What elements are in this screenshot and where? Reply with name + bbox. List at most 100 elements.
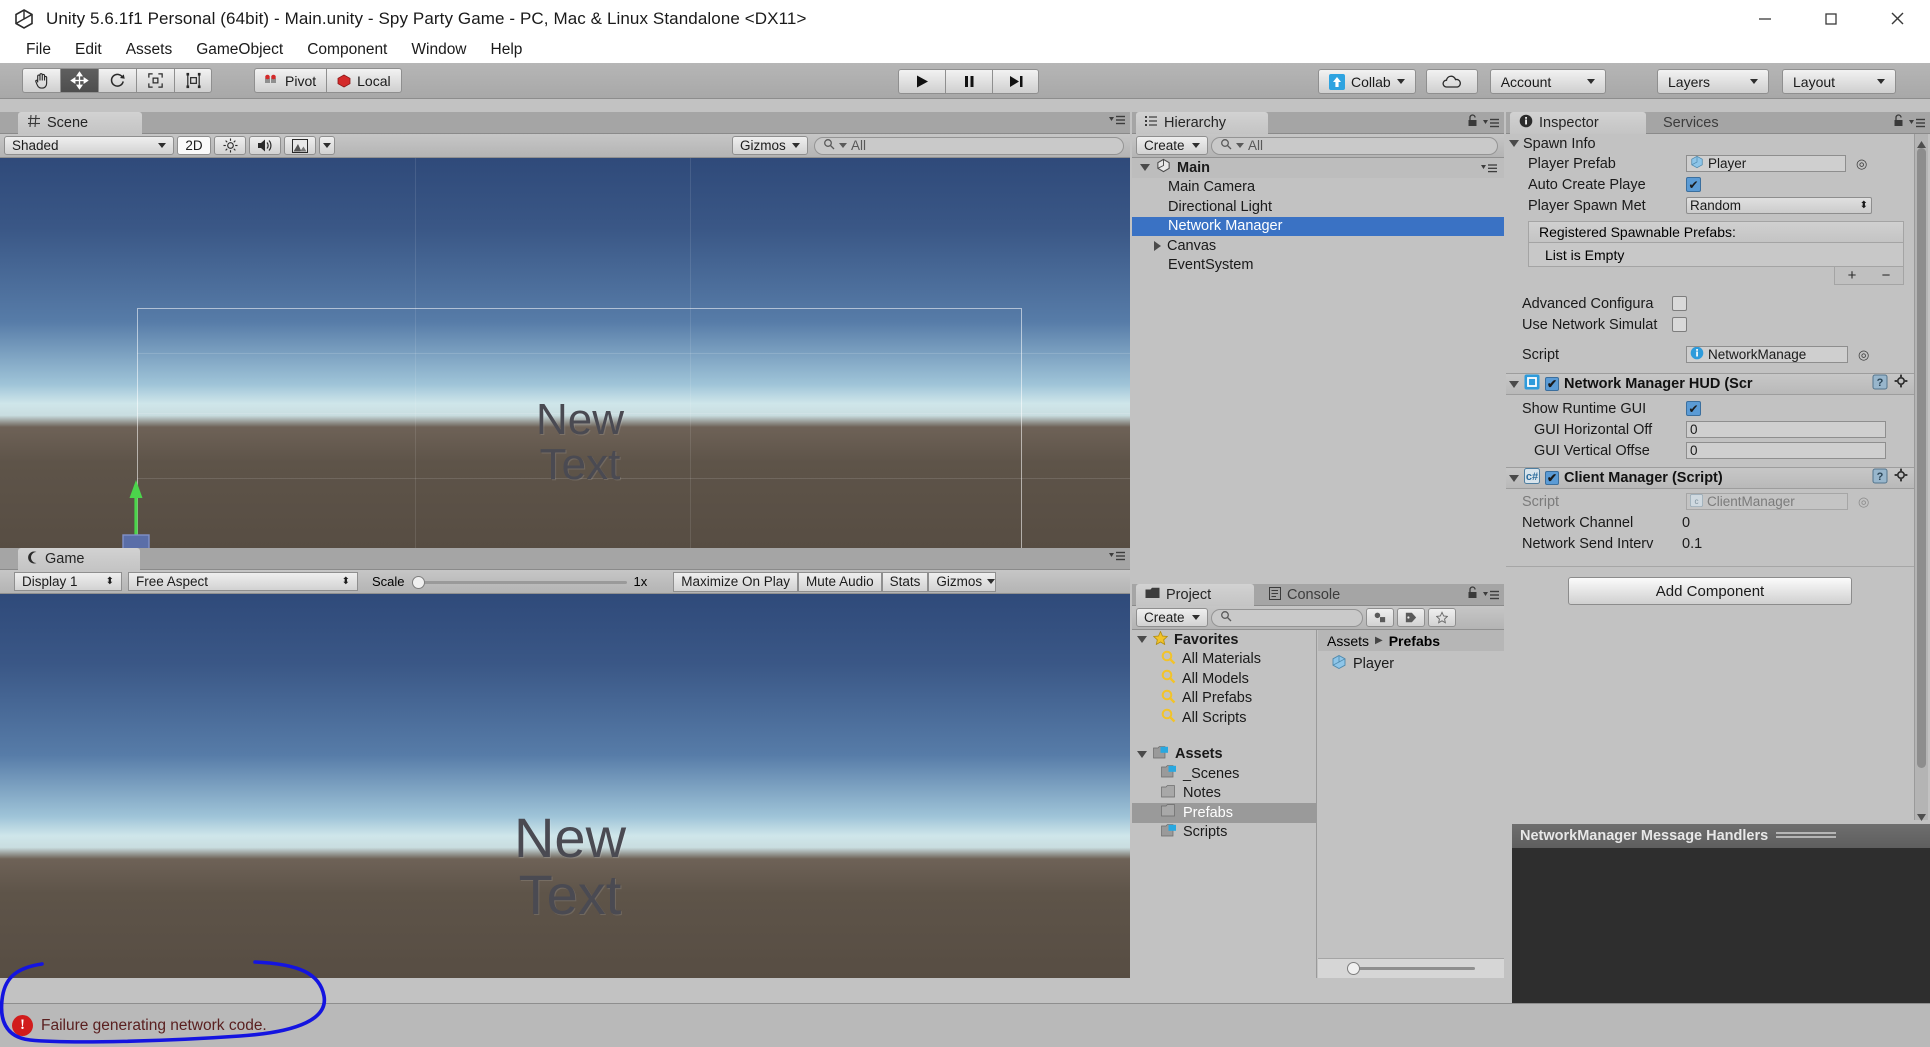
game-tab-tools[interactable]: [1109, 550, 1126, 562]
project-search-input[interactable]: [1211, 608, 1363, 627]
component-header-network-manager-hud[interactable]: Network Manager HUD (Scr ?: [1506, 373, 1914, 395]
script-field[interactable]: NetworkManage: [1686, 346, 1848, 363]
lock-icon[interactable]: [1467, 114, 1478, 131]
move-tool-button[interactable]: [60, 68, 98, 93]
gear-icon[interactable]: [1894, 468, 1909, 488]
inspector-scrollbar[interactable]: [1914, 134, 1928, 821]
project-folder-scripts[interactable]: Scripts: [1132, 823, 1316, 843]
aspect-dropdown[interactable]: Free Aspect ⬍: [128, 572, 358, 591]
collab-button[interactable]: Collab: [1318, 69, 1416, 94]
hierarchy-create-button[interactable]: Create: [1136, 136, 1208, 155]
mute-audio-button[interactable]: Mute Audio: [798, 571, 882, 592]
tab-scene[interactable]: Scene: [18, 112, 142, 134]
breadcrumb-assets[interactable]: Assets: [1327, 633, 1369, 649]
lighting-toggle-button[interactable]: [214, 136, 246, 155]
menu-file[interactable]: File: [14, 37, 63, 63]
object-picker-icon[interactable]: ◎: [1856, 156, 1867, 172]
hierarchy-item-main-camera[interactable]: Main Camera: [1132, 178, 1504, 198]
statusbar[interactable]: ! Failure generating network code.: [0, 1003, 1930, 1047]
scene-tab-tools[interactable]: [1109, 114, 1126, 126]
inspector-tab-tools[interactable]: [1893, 114, 1926, 131]
effects-toggle-button[interactable]: [284, 136, 316, 155]
lock-icon[interactable]: [1467, 586, 1478, 603]
triangle-closed-icon[interactable]: [1154, 240, 1161, 251]
breadcrumb-prefabs[interactable]: Prefabs: [1389, 633, 1440, 649]
pause-button[interactable]: [945, 69, 992, 94]
message-handlers-header[interactable]: NetworkManager Message Handlers: [1512, 824, 1930, 848]
filter-by-type-button[interactable]: [1366, 608, 1394, 627]
maximize-on-play-button[interactable]: Maximize On Play: [673, 571, 799, 592]
project-favorites-group[interactable]: Favorites: [1132, 630, 1316, 650]
network-channel-value[interactable]: 0: [1682, 515, 1690, 531]
component-header-tools[interactable]: ?: [1872, 374, 1909, 394]
menu-edit[interactable]: Edit: [63, 37, 114, 63]
network-send-interval-value[interactable]: 0.1: [1682, 536, 1702, 552]
drag-handle-icon[interactable]: [1776, 831, 1837, 841]
effects-dropdown-button[interactable]: [319, 136, 335, 155]
tab-hierarchy[interactable]: Hierarchy: [1136, 112, 1268, 134]
menu-window[interactable]: Window: [399, 37, 478, 63]
project-folder-prefabs[interactable]: Prefabs: [1132, 803, 1316, 823]
tab-game[interactable]: Game: [18, 548, 140, 570]
rotate-tool-button[interactable]: [98, 68, 136, 93]
audio-toggle-button[interactable]: [249, 136, 281, 155]
component-header-tools[interactable]: ?: [1872, 468, 1909, 488]
display-dropdown[interactable]: Display 1 ⬍: [14, 572, 122, 591]
project-folder-notes[interactable]: Notes: [1132, 784, 1316, 804]
menu-gameobject[interactable]: GameObject: [184, 37, 295, 63]
project-favorite-all-scripts[interactable]: All Scripts: [1132, 708, 1316, 728]
rect-transform-tool-button[interactable]: [174, 68, 212, 93]
player-spawn-method-dropdown[interactable]: Random ⬍: [1686, 197, 1872, 214]
triangle-open-icon[interactable]: [1509, 140, 1519, 147]
project-asset-player[interactable]: Player: [1318, 654, 1504, 674]
hierarchy-item-directional-light[interactable]: Directional Light: [1132, 197, 1504, 217]
advanced-config-checkbox[interactable]: [1672, 296, 1687, 311]
minimize-button[interactable]: [1732, 0, 1798, 37]
layout-button[interactable]: Layout: [1782, 69, 1896, 94]
favorite-button[interactable]: [1428, 608, 1456, 627]
inspector-scroll-thumb[interactable]: [1917, 148, 1926, 768]
tab-services[interactable]: Services: [1654, 112, 1764, 134]
project-favorite-all-models[interactable]: All Models: [1132, 669, 1316, 689]
hud-enabled-checkbox[interactable]: [1545, 377, 1559, 391]
project-tab-tools[interactable]: [1467, 586, 1500, 603]
add-item-button[interactable]: +: [1848, 267, 1857, 284]
project-favorite-all-materials[interactable]: All Materials: [1132, 650, 1316, 670]
scale-tool-button[interactable]: [136, 68, 174, 93]
tab-project[interactable]: Project: [1136, 584, 1254, 606]
maximize-button[interactable]: [1798, 0, 1864, 37]
pivot-toggle-button[interactable]: Pivot: [254, 68, 327, 93]
close-button[interactable]: [1864, 0, 1930, 37]
object-picker-icon[interactable]: ◎: [1858, 347, 1869, 363]
2d-toggle-button[interactable]: 2D: [177, 136, 211, 155]
hierarchy-item-network-manager[interactable]: Network Manager: [1132, 216, 1504, 236]
spawn-info-header[interactable]: Spawn Info: [1506, 134, 1914, 153]
tab-inspector[interactable]: Inspector: [1510, 112, 1646, 134]
scroll-up-arrow-icon[interactable]: [1916, 136, 1927, 148]
filter-by-label-button[interactable]: [1397, 608, 1425, 627]
scroll-down-arrow-icon[interactable]: [1916, 809, 1927, 821]
remove-item-button[interactable]: −: [1882, 267, 1891, 284]
add-component-button[interactable]: Add Component: [1568, 577, 1852, 605]
auto-create-player-checkbox[interactable]: [1686, 177, 1701, 192]
local-toggle-button[interactable]: Local: [326, 68, 402, 93]
project-folder-scenes[interactable]: _Scenes: [1132, 764, 1316, 784]
gui-horizontal-offset-input[interactable]: 0: [1686, 421, 1886, 438]
game-gizmos-button[interactable]: Gizmos: [928, 571, 997, 592]
menu-help[interactable]: Help: [479, 37, 535, 63]
hierarchy-tab-tools[interactable]: [1467, 114, 1500, 131]
game-viewport[interactable]: New Text: [0, 594, 1130, 978]
triangle-open-icon[interactable]: [1509, 380, 1519, 388]
client-manager-enabled-checkbox[interactable]: [1545, 471, 1559, 485]
stats-button[interactable]: Stats: [881, 571, 929, 592]
menu-component[interactable]: Component: [295, 37, 399, 63]
lock-icon[interactable]: [1893, 114, 1904, 131]
layers-button[interactable]: Layers: [1657, 69, 1769, 94]
step-button[interactable]: [992, 69, 1039, 94]
hierarchy-item-canvas[interactable]: Canvas: [1132, 236, 1504, 256]
gizmos-dropdown-button[interactable]: Gizmos: [732, 136, 808, 155]
scene-viewport[interactable]: New Text: [0, 158, 1130, 548]
menu-assets[interactable]: Assets: [114, 37, 185, 63]
show-runtime-gui-checkbox[interactable]: [1686, 401, 1701, 416]
scale-slider[interactable]: [411, 575, 627, 589]
